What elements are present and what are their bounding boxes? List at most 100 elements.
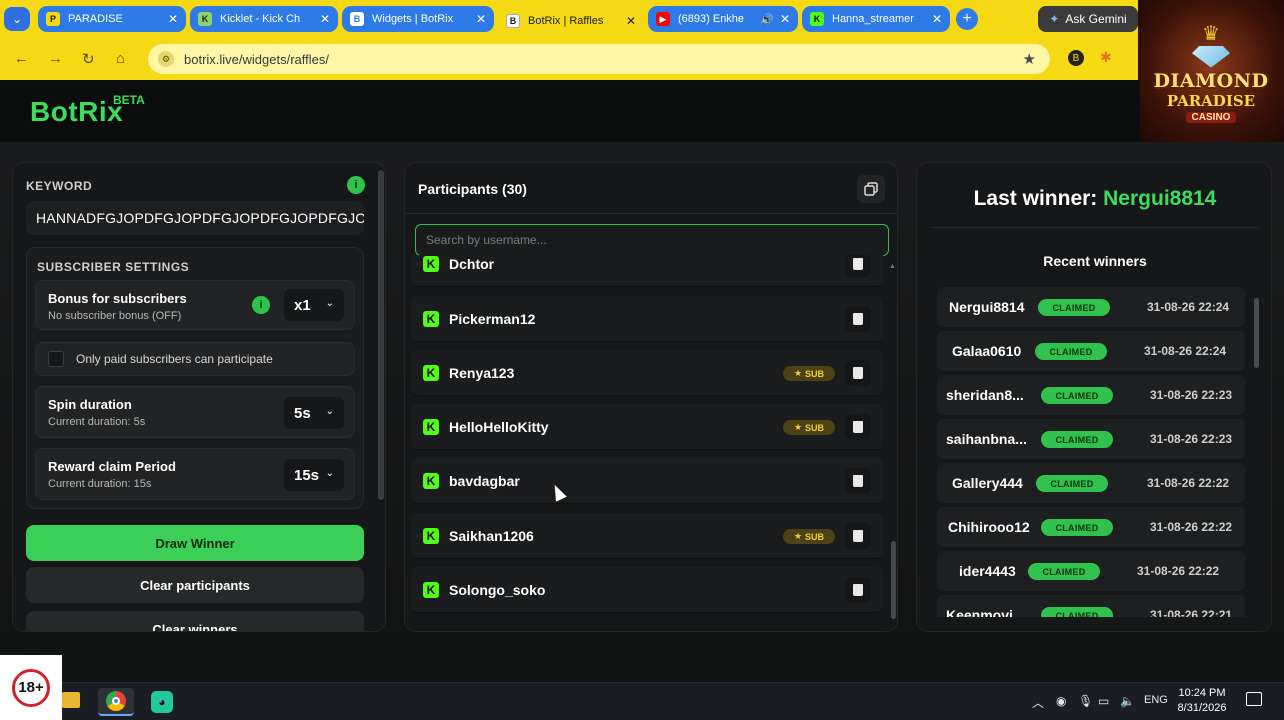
left-panel-scrollbar[interactable] xyxy=(378,170,384,500)
close-icon[interactable]: ✕ xyxy=(932,12,942,26)
spin-duration-value: 5s xyxy=(294,404,311,422)
discord-taskbar-button[interactable]: ◕ xyxy=(144,688,180,716)
paid-only-checkbox[interactable] xyxy=(48,351,64,367)
volume-icon[interactable]: 🔈 xyxy=(1120,694,1135,708)
url-text: botrix.live/widgets/raffles/ xyxy=(184,51,329,67)
sub-badge: ★ SUB xyxy=(783,420,835,435)
winner-row: Chihirooo12 CLAIMED 31-08-26 22:22 xyxy=(937,507,1245,547)
reload-icon[interactable]: ↻ xyxy=(82,50,95,68)
tab-favicon-icon: K xyxy=(198,12,212,26)
winner-row: Galaa0610 CLAIMED 31-08-26 22:24 xyxy=(937,331,1245,371)
tab-botrix-raffles[interactable]: B BotRix | Raffles ✕ xyxy=(498,4,644,38)
site-info-icon[interactable]: ⚙ xyxy=(158,51,174,67)
bookmark-star-icon[interactable]: ★ xyxy=(1023,50,1036,68)
taskbar-clock[interactable]: 10:24 PM 8/31/2026 xyxy=(1170,686,1234,716)
forward-arrow-icon[interactable]: → xyxy=(48,50,63,67)
copy-icon xyxy=(864,182,878,196)
notification-icon[interactable] xyxy=(1246,692,1262,706)
ask-gemini-button[interactable]: ✦ Ask Gemini xyxy=(1038,6,1138,32)
recent-winners-title: Recent winners xyxy=(1043,253,1147,269)
spin-duration-title: Spin duration xyxy=(48,397,132,412)
winner-name: Nergui8814 xyxy=(949,299,1025,315)
star-icon: ★ xyxy=(793,422,803,432)
delete-button[interactable] xyxy=(845,523,871,549)
delete-button[interactable] xyxy=(845,306,871,332)
sub-badge: ★ SUB xyxy=(783,529,835,544)
winner-name: ider4443 xyxy=(959,563,1016,579)
metamask-fox-icon[interactable]: ✱ xyxy=(1100,49,1112,66)
bonus-multiplier-select[interactable]: x1 ⌄ xyxy=(284,289,344,321)
paid-only-row[interactable]: Only paid subscribers can participate xyxy=(35,342,355,376)
kick-icon: K xyxy=(423,311,439,327)
extension-icon[interactable]: B xyxy=(1068,50,1084,66)
delete-button[interactable] xyxy=(845,468,871,494)
bonus-for-subscribers-row: Bonus for subscribers No subscriber bonu… xyxy=(35,280,355,330)
close-icon[interactable]: ✕ xyxy=(320,12,330,26)
winner-date: 31-08-26 22:21 xyxy=(1150,608,1233,617)
address-bar[interactable]: ⚙ botrix.live/widgets/raffles/ ★ xyxy=(148,44,1050,74)
casino-logo: ♛ DIAMOND PARADISE CASINO xyxy=(1138,0,1284,146)
new-tab-button[interactable]: + xyxy=(956,8,978,30)
delete-button[interactable] xyxy=(845,360,871,386)
tab-label: PARADISE xyxy=(68,13,123,25)
tab-youtube[interactable]: ▶ (6893) Enkhe 🔊 ✕ xyxy=(648,6,798,32)
claim-period-select[interactable]: 15s ⌄ xyxy=(284,459,344,491)
close-icon[interactable]: ✕ xyxy=(626,14,636,28)
kick-icon: K xyxy=(423,528,439,544)
info-icon[interactable]: i xyxy=(252,296,270,314)
back-arrow-icon[interactable]: ← xyxy=(14,50,29,67)
chrome-taskbar-button[interactable] xyxy=(98,688,134,716)
file-explorer-icon[interactable] xyxy=(62,692,80,708)
tab-kicklet[interactable]: K Kicklet - Kick Ch ✕ xyxy=(190,6,338,32)
bonus-multiplier-value: x1 xyxy=(294,296,311,314)
reward-claim-period-row: Reward claim Period Current duration: 15… xyxy=(35,448,355,500)
tab-label: (6893) Enkhe xyxy=(678,13,745,25)
winner-row: saihanbna... CLAIMED 31-08-26 22:23 xyxy=(937,419,1245,459)
close-icon[interactable]: ✕ xyxy=(476,12,486,26)
winner-row: Keenmovi CLAIMED 31-08-26 22:21 xyxy=(937,595,1245,617)
trash-icon xyxy=(853,530,863,542)
home-icon[interactable]: ⌂ xyxy=(116,50,125,67)
kick-icon: K xyxy=(423,473,439,489)
delete-button[interactable] xyxy=(845,414,871,440)
tab-hanna-streamer[interactable]: K Hanna_streamer ✕ xyxy=(802,6,950,32)
winner-date: 31-08-26 22:23 xyxy=(1150,388,1233,402)
botrix-logo[interactable]: BotRix xyxy=(30,96,123,128)
sub-label: SUB xyxy=(805,368,825,379)
trash-icon xyxy=(853,475,863,487)
tab-search-dropdown-icon[interactable]: ⌄ xyxy=(4,7,30,31)
list-item: K HelloHelloKitty ★ SUB xyxy=(411,404,883,450)
copy-button[interactable] xyxy=(857,175,885,203)
camera-icon[interactable]: ◉ xyxy=(1056,694,1066,708)
language-indicator[interactable]: ENG xyxy=(1144,694,1168,706)
participant-name: HelloHelloKitty xyxy=(449,419,549,435)
draw-winner-button[interactable]: Draw Winner xyxy=(26,525,364,561)
tab-widgets-botrix[interactable]: B Widgets | BotRix ✕ xyxy=(342,6,494,32)
chevron-up-icon[interactable]: ︿ xyxy=(1032,694,1044,711)
trash-icon xyxy=(853,584,863,596)
tab-paradise[interactable]: P PARADISE ✕ xyxy=(38,6,186,32)
participants-scrollbar[interactable] xyxy=(891,541,896,619)
microphone-icon[interactable]: 🎙 xyxy=(1078,694,1093,708)
clear-winners-button[interactable]: Clear winners xyxy=(26,611,364,631)
list-item: K Saikhan1206 ★ SUB xyxy=(411,513,883,559)
speaker-icon[interactable]: 🔊 xyxy=(760,13,774,26)
info-icon[interactable]: i xyxy=(347,176,365,194)
clear-participants-button[interactable]: Clear participants xyxy=(26,567,364,603)
search-input[interactable]: Search by username... xyxy=(415,224,889,256)
delete-button[interactable] xyxy=(845,577,871,603)
scroll-up-arrow-icon[interactable]: ▲ xyxy=(889,263,896,270)
winners-scrollbar[interactable] xyxy=(1254,298,1259,368)
delete-button[interactable] xyxy=(845,255,871,277)
tab-label: Hanna_streamer xyxy=(832,13,914,25)
tab-favicon-icon: ▶ xyxy=(656,12,670,26)
keyword-input[interactable]: HANNADFGJOPDFGJOPDFGJOPDFGJOPDFGJOPDFGJO… xyxy=(26,201,364,235)
close-icon[interactable]: ✕ xyxy=(780,12,790,26)
network-icon[interactable]: ▭ xyxy=(1098,694,1109,708)
spin-duration-select[interactable]: 5s ⌄ xyxy=(284,397,344,429)
bonus-subtitle: No subscriber bonus (OFF) xyxy=(48,310,182,322)
trash-icon xyxy=(853,258,863,270)
close-icon[interactable]: ✕ xyxy=(168,12,178,26)
winner-row: ider4443 CLAIMED 31-08-26 22:22 xyxy=(937,551,1245,591)
age-restriction-badge: 18+ xyxy=(0,655,62,720)
